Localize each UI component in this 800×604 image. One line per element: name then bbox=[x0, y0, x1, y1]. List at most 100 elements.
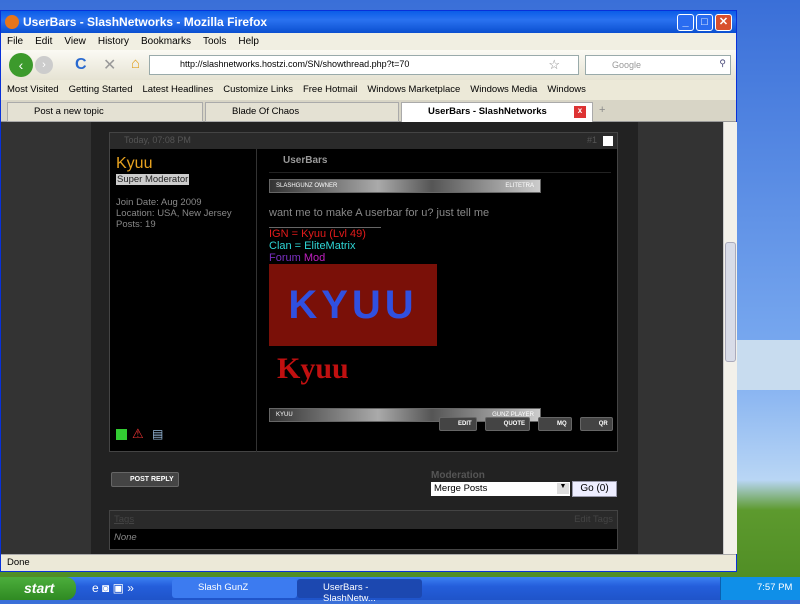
search-icon[interactable]: ⚲ bbox=[719, 58, 726, 69]
clock: 7:57 PM bbox=[757, 582, 793, 593]
title-bar: UserBars - SlashNetworks - Mozilla Firef… bbox=[1, 11, 736, 33]
post-reply-button[interactable]: POST REPLY bbox=[111, 472, 179, 487]
go-button[interactable]: Go (0) bbox=[572, 481, 617, 497]
tab-label: UserBars - SlashNetworks bbox=[428, 106, 547, 117]
star-icon[interactable]: ☆ bbox=[548, 57, 560, 73]
post-message: want me to make A userbar for u? just te… bbox=[269, 207, 490, 219]
quick-reply-button[interactable]: QR bbox=[579, 417, 613, 431]
signature-ign: IGN = Kyuu (Lvl 49) bbox=[269, 228, 366, 240]
userbar-image: SLASHGUNZ OWNER ELITETRA bbox=[269, 179, 541, 193]
userbar-right-text: ELITETRA bbox=[505, 183, 534, 189]
maximize-button[interactable]: □ bbox=[696, 14, 713, 31]
forum-post: Today, 07:08 PM #1 Kyuu Super Moderator J… bbox=[109, 132, 618, 452]
forward-button[interactable]: › bbox=[35, 56, 53, 74]
system-tray: 7:57 PM bbox=[720, 577, 800, 600]
back-button[interactable]: ‹ bbox=[9, 53, 33, 77]
desktop-wallpaper bbox=[737, 340, 800, 390]
menu-bar: File Edit View History Bookmarks Tools Help bbox=[1, 33, 736, 50]
post-header: Today, 07:08 PM #1 bbox=[110, 133, 617, 149]
tab-label: Post a new topic bbox=[34, 106, 104, 117]
username-link[interactable]: Kyuu bbox=[116, 155, 250, 173]
window-title: UserBars - SlashNetworks - Mozilla Firef… bbox=[23, 15, 268, 29]
bookmark-latest-headlines[interactable]: Latest Headlines bbox=[142, 84, 213, 95]
multi-quote-button[interactable]: MQ bbox=[538, 417, 572, 431]
tab-post-new-topic[interactable]: Post a new topic bbox=[7, 102, 203, 122]
status-text: Done bbox=[7, 557, 30, 568]
url-bar[interactable]: http://slashnetworks.hostzi.com/SN/showt… bbox=[149, 55, 579, 75]
browser-window: UserBars - SlashNetworks - Mozilla Firef… bbox=[0, 10, 737, 572]
bookmarks-toolbar: Most Visited Getting Started Latest Headli… bbox=[1, 80, 736, 100]
vertical-scrollbar[interactable] bbox=[723, 122, 737, 554]
post-date: Today, 07:08 PM bbox=[124, 135, 191, 145]
tags-label: Tags bbox=[114, 514, 135, 525]
page-content: Today, 07:08 PM #1 Kyuu Super Moderator J… bbox=[1, 122, 723, 554]
ip-icon[interactable]: ▤ bbox=[152, 427, 163, 441]
navigation-toolbar: ‹ › C ✕ ⌂ http://slashnetworks.hostzi.co… bbox=[1, 50, 736, 80]
task-label: Slash GunZ bbox=[198, 582, 249, 593]
bookmark-most-visited[interactable]: Most Visited bbox=[7, 84, 59, 95]
signature-clan: Clan = EliteMatrix bbox=[269, 240, 356, 252]
task-label: UserBars - SlashNetw... bbox=[323, 582, 376, 604]
report-icon[interactable]: ⚠ bbox=[132, 426, 144, 442]
search-input[interactable]: Google ⚲ bbox=[585, 55, 731, 75]
menu-edit[interactable]: Edit bbox=[35, 36, 52, 47]
signature-forum: Forum bbox=[269, 252, 301, 264]
edit-tags-link[interactable]: Edit Tags bbox=[574, 514, 613, 525]
close-tab-icon[interactable]: x bbox=[574, 106, 586, 118]
online-status-icon bbox=[116, 429, 127, 440]
moderation-selected: Merge Posts bbox=[434, 483, 488, 494]
post-number-link[interactable]: #1 bbox=[587, 135, 597, 145]
scrollbar-thumb[interactable] bbox=[725, 242, 736, 362]
forum-container: Today, 07:08 PM #1 Kyuu Super Moderator J… bbox=[91, 122, 638, 554]
minimize-button[interactable]: _ bbox=[677, 14, 694, 31]
select-checkbox[interactable] bbox=[603, 136, 613, 146]
tab-blade-of-chaos[interactable]: Blade Of Chaos bbox=[205, 102, 399, 122]
bookmark-windows-marketplace[interactable]: Windows Marketplace bbox=[367, 84, 460, 95]
menu-history[interactable]: History bbox=[98, 36, 129, 47]
quick-launch-icons[interactable]: e ◙ ▣ » bbox=[92, 581, 134, 595]
new-tab-button[interactable]: + bbox=[599, 104, 605, 116]
start-button[interactable]: start bbox=[0, 577, 76, 600]
kyuu-banner-image: KYUU bbox=[269, 264, 437, 346]
start-label: start bbox=[24, 580, 55, 596]
bookmark-windows[interactable]: Windows bbox=[547, 84, 586, 95]
close-button[interactable]: ✕ bbox=[715, 14, 732, 31]
menu-view[interactable]: View bbox=[64, 36, 86, 47]
userbar-left-text: SLASHGUNZ OWNER bbox=[276, 183, 338, 189]
menu-tools[interactable]: Tools bbox=[203, 36, 226, 47]
tab-label: Blade Of Chaos bbox=[232, 106, 300, 117]
user-rank: Super Moderator bbox=[116, 174, 190, 185]
moderation-label: Moderation bbox=[431, 470, 485, 481]
bookmark-free-hotmail[interactable]: Free Hotmail bbox=[303, 84, 357, 95]
tags-value: None bbox=[114, 532, 137, 543]
moderation-select[interactable]: Merge Posts ▼ bbox=[431, 482, 570, 496]
signature-mod: Mod bbox=[303, 252, 326, 264]
search-placeholder: Google bbox=[612, 60, 642, 70]
menu-help[interactable]: Help bbox=[238, 36, 259, 47]
stop-icon[interactable]: ✕ bbox=[103, 55, 116, 75]
edit-button[interactable]: EDIT bbox=[439, 417, 477, 431]
taskbar-slash-gunz[interactable]: Slash GunZ bbox=[172, 579, 297, 598]
location: Location: USA, New Jersey bbox=[116, 208, 232, 219]
tab-bar: Post a new topic Blade Of Chaos UserBars… bbox=[1, 100, 736, 122]
taskbar-firefox[interactable]: UserBars - SlashNetw... bbox=[297, 579, 422, 604]
userbar-left-text: KYUU bbox=[276, 412, 293, 418]
bookmark-getting-started[interactable]: Getting Started bbox=[69, 84, 133, 95]
firefox-icon bbox=[5, 15, 19, 29]
tab-userbars[interactable]: UserBars - SlashNetworks x bbox=[401, 102, 593, 122]
quote-button[interactable]: QUOTE bbox=[484, 417, 531, 431]
user-info: Kyuu Super Moderator Join Date: Aug 2009… bbox=[110, 149, 257, 452]
reload-icon[interactable]: C bbox=[75, 56, 87, 74]
bookmark-windows-media[interactable]: Windows Media bbox=[470, 84, 537, 95]
taskbar: start e ◙ ▣ » Slash GunZ UserBars - Slas… bbox=[0, 577, 800, 604]
menu-file[interactable]: File bbox=[7, 36, 23, 47]
post-title: UserBars bbox=[269, 155, 611, 173]
status-bar: Done bbox=[1, 554, 736, 571]
join-date: Join Date: Aug 2009 bbox=[116, 197, 202, 208]
url-text: http://slashnetworks.hostzi.com/SN/showt… bbox=[180, 59, 410, 69]
post-body: UserBars SLASHGUNZ OWNER ELITETRA want me… bbox=[263, 149, 617, 452]
bookmark-customize-links[interactable]: Customize Links bbox=[223, 84, 293, 95]
menu-bookmarks[interactable]: Bookmarks bbox=[141, 36, 191, 47]
kyuu-logo-image: Kyuu bbox=[277, 352, 349, 385]
home-icon[interactable]: ⌂ bbox=[131, 55, 140, 72]
